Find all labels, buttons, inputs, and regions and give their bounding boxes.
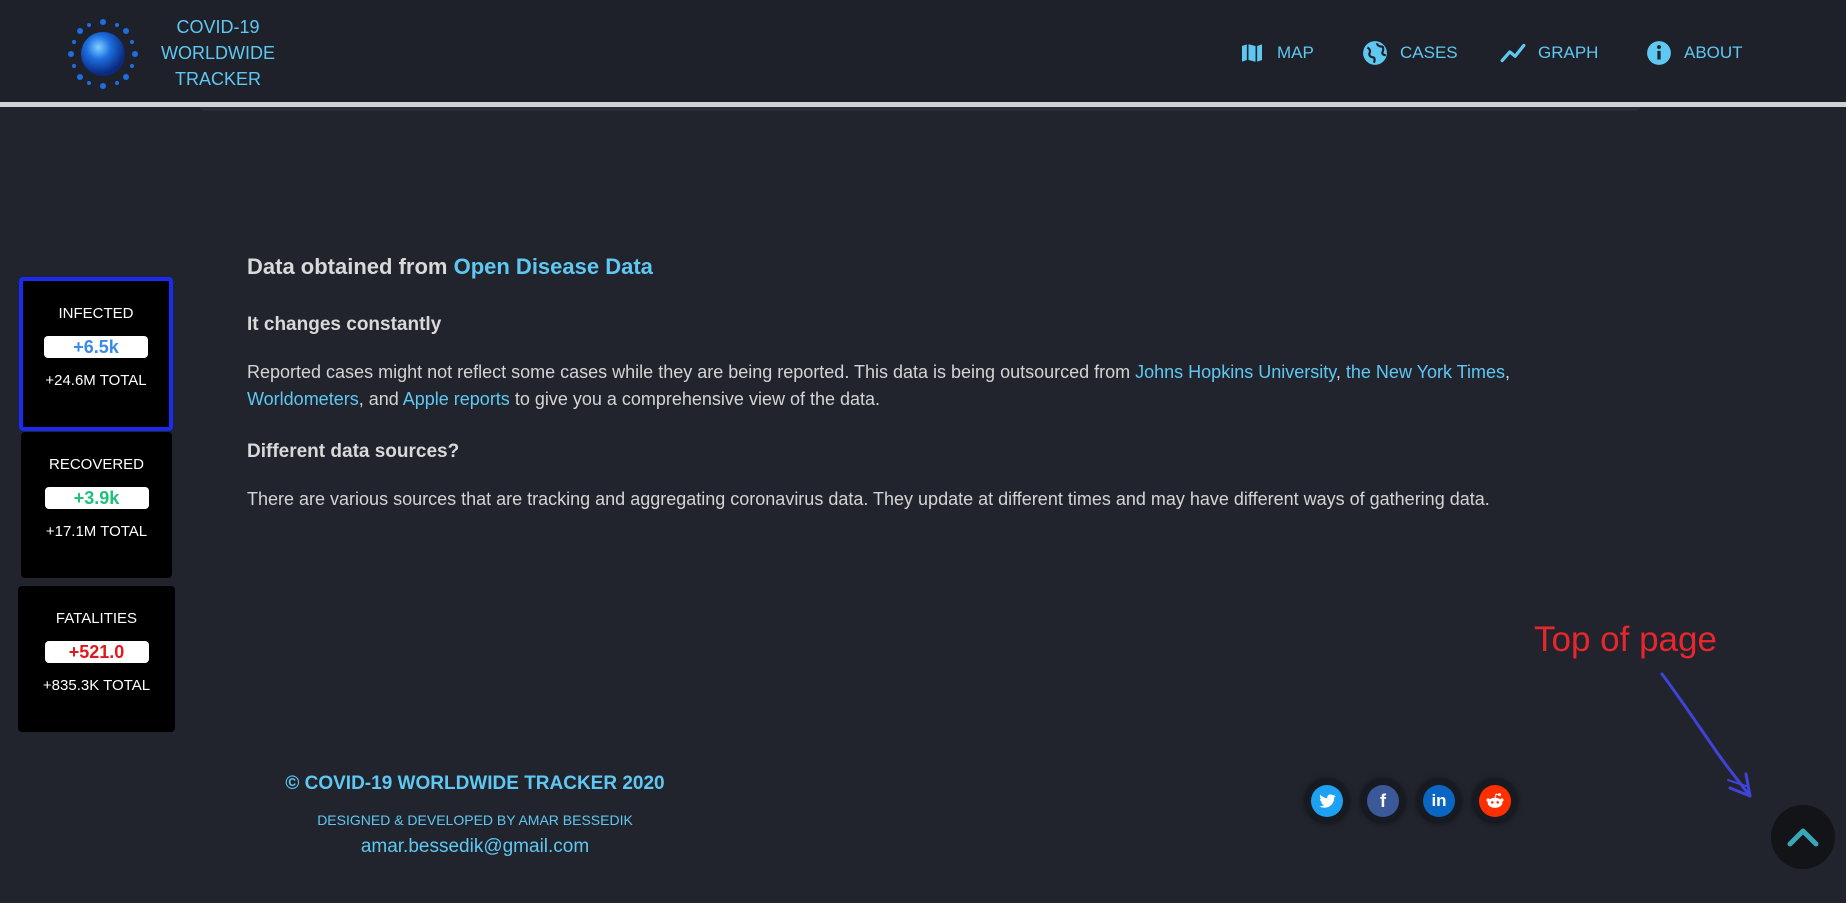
scroll-to-top-button[interactable] bbox=[1771, 805, 1835, 869]
virus-logo-icon[interactable] bbox=[60, 12, 146, 92]
globe-icon bbox=[1363, 41, 1387, 65]
infected-card[interactable]: INFECTED +6.5k +24.6M TOTAL bbox=[19, 277, 173, 431]
nav-about[interactable]: ABOUT bbox=[1646, 38, 1743, 68]
reported-cases-paragraph: Reported cases might not reflect some ca… bbox=[247, 359, 1587, 413]
brand-title[interactable]: COVID-19 WORLDWIDE TRACKER bbox=[152, 14, 284, 92]
facebook-share-button[interactable]: f bbox=[1361, 779, 1405, 823]
nav-cases[interactable]: CASES bbox=[1362, 38, 1458, 68]
nav-graph[interactable]: GRAPH bbox=[1500, 38, 1598, 68]
para-text: , and bbox=[358, 389, 403, 409]
heading-prefix: Data obtained from bbox=[247, 254, 448, 279]
para-text: to give you a comprehensive view of the … bbox=[509, 389, 881, 409]
brand-line: COVID-19 bbox=[176, 17, 260, 37]
reddit-icon bbox=[1479, 785, 1511, 817]
apple-reports-link[interactable]: Apple reports bbox=[403, 389, 510, 409]
infected-title: INFECTED bbox=[58, 305, 134, 322]
fatalities-card[interactable]: FATALITIES +521.0 +835.3K TOTAL bbox=[18, 586, 175, 732]
nav-about-label: ABOUT bbox=[1684, 43, 1743, 62]
para-text: , bbox=[1335, 362, 1346, 382]
data-source-heading: Data obtained from Open Disease Data bbox=[247, 254, 1587, 280]
chevron-up-icon bbox=[1787, 828, 1819, 847]
fatalities-title: FATALITIES bbox=[55, 610, 138, 627]
para-text: , bbox=[1504, 362, 1510, 382]
fatalities-delta: +521.0 bbox=[44, 641, 149, 663]
top-navbar: COVID-19 WORLDWIDE TRACKER MAP CASES GRA… bbox=[0, 0, 1846, 102]
infected-total: +24.6M TOTAL bbox=[45, 372, 147, 389]
nyt-link[interactable]: the New York Times bbox=[1346, 362, 1505, 382]
nav-graph-label: GRAPH bbox=[1538, 43, 1599, 62]
about-section: Data obtained from Open Disease Data It … bbox=[247, 254, 1587, 513]
facebook-icon: f bbox=[1367, 785, 1399, 817]
brand-line: WORLDWIDE bbox=[161, 43, 275, 63]
footer-credits: DESIGNED & DEVELOPED BY AMAR BESSEDIK bbox=[317, 812, 633, 828]
linkedin-icon: in bbox=[1423, 785, 1455, 817]
nav-map[interactable]: MAP bbox=[1239, 38, 1314, 68]
infected-delta: +6.5k bbox=[44, 336, 148, 358]
recovered-total: +17.1M TOTAL bbox=[45, 523, 148, 540]
worldometers-link[interactable]: Worldometers bbox=[247, 389, 359, 409]
chart-line-icon bbox=[1500, 43, 1526, 63]
data-sources-paragraph: There are various sources that are track… bbox=[247, 489, 1490, 509]
nav-map-label: MAP bbox=[1277, 43, 1314, 62]
jhu-link[interactable]: Johns Hopkins University bbox=[1135, 362, 1336, 382]
linkedin-share-button[interactable]: in bbox=[1417, 779, 1461, 823]
info-icon bbox=[1647, 41, 1671, 65]
fatalities-total: +835.3K TOTAL bbox=[42, 677, 151, 694]
data-sources-heading: Different data sources? bbox=[247, 441, 460, 462]
open-disease-data-link[interactable]: Open Disease Data bbox=[454, 254, 653, 279]
recovered-title: RECOVERED bbox=[48, 456, 145, 473]
annotation-arrow-icon bbox=[1660, 672, 1752, 798]
top-of-page-annotation: Top of page bbox=[1534, 620, 1717, 659]
brand-line: TRACKER bbox=[174, 69, 261, 89]
changes-heading: It changes constantly bbox=[247, 314, 442, 335]
para-text: Reported cases might not reflect some ca… bbox=[247, 362, 1136, 382]
footer-email-link[interactable]: amar.bessedik@gmail.com bbox=[240, 836, 710, 858]
recovered-card[interactable]: RECOVERED +3.9k +17.1M TOTAL bbox=[21, 432, 172, 578]
twitter-share-button[interactable] bbox=[1305, 779, 1349, 823]
recovered-delta: +3.9k bbox=[44, 487, 149, 509]
map-icon bbox=[1240, 42, 1264, 64]
reddit-share-button[interactable] bbox=[1473, 779, 1517, 823]
footer-copyright: © COVID-19 WORLDWIDE TRACKER 2020 bbox=[285, 773, 665, 794]
nav-cases-label: CASES bbox=[1400, 43, 1458, 62]
header-shadow bbox=[200, 107, 1640, 111]
twitter-icon bbox=[1311, 785, 1343, 817]
